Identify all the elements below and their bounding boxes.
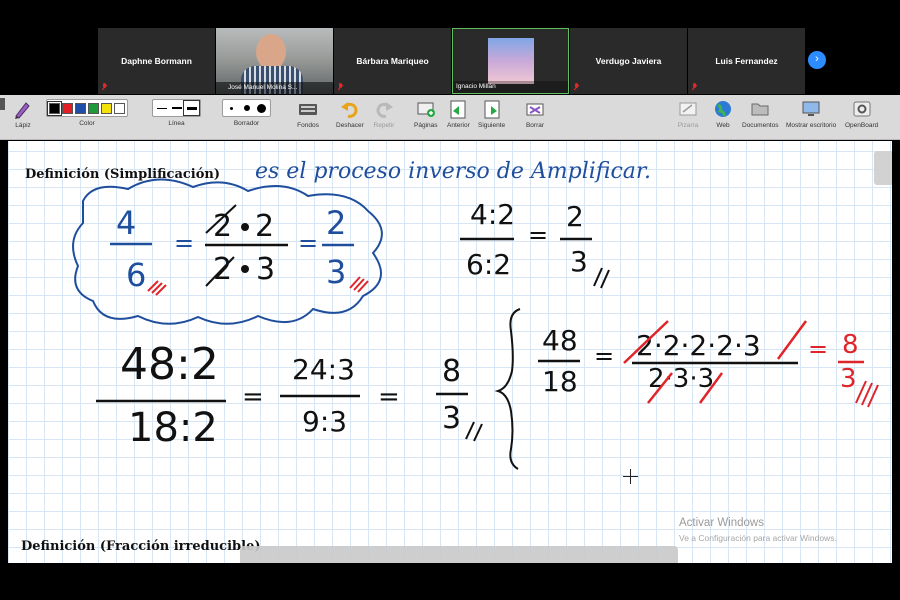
pen-tool[interactable]: Lápiz — [12, 99, 34, 129]
eraser-medium[interactable] — [240, 105, 253, 111]
participant-name: Ignacio Millán — [453, 81, 568, 93]
handwriting-layer: es el proceso inverso de Amplificar. 4 6… — [72, 159, 879, 470]
muted-mic-icon — [573, 83, 580, 91]
participant-tile-active[interactable]: Ignacio Millán — [452, 28, 569, 94]
participant-name: Luis Fernandez — [715, 56, 778, 66]
participant-video-tile[interactable]: José Manuel Molina S... — [216, 28, 333, 94]
line-medium[interactable] — [170, 102, 183, 114]
previous-page-button[interactable]: Anterior — [447, 99, 470, 129]
ink-expression: 9:3 — [302, 405, 347, 438]
web-mode-button[interactable]: Web — [712, 99, 734, 129]
ink-expression: 48:2 — [120, 339, 219, 390]
next-participants-button[interactable]: › — [808, 51, 826, 69]
color-swatch[interactable] — [114, 102, 125, 114]
participant-name: José Manuel Molina S... — [216, 82, 333, 94]
pen-icon — [15, 102, 30, 119]
ink-numeral: 2 — [255, 209, 274, 244]
participant-tile[interactable]: Luis Fernandez — [688, 28, 805, 94]
openboard-toolbar: Lápiz Color Línea Borrador Fondos Deshac… — [0, 95, 900, 140]
line-thick[interactable] — [183, 100, 200, 116]
line-width-picker[interactable]: Línea — [152, 99, 201, 127]
monitor-icon — [802, 101, 820, 116]
undo-button[interactable]: Deshacer — [336, 99, 364, 129]
floating-tool-palette[interactable] — [240, 546, 678, 563]
eraser-small[interactable] — [225, 106, 238, 110]
clear-page-button[interactable]: Borrar — [524, 99, 546, 129]
ink-expression: 18:2 — [128, 405, 218, 451]
chevron-right-icon: › — [815, 53, 819, 65]
svg-text:=: = — [242, 382, 264, 412]
participant-face — [256, 34, 286, 70]
next-page-icon — [484, 100, 500, 119]
participant-tile[interactable]: Bárbara Mariqueo — [334, 28, 451, 94]
redo-icon — [376, 102, 393, 118]
line-thin[interactable] — [155, 102, 168, 114]
participant-name: Verdugo Javiera — [595, 56, 662, 66]
muted-mic-icon — [101, 83, 108, 91]
participant-name: Daphne Bormann — [121, 56, 192, 66]
muted-mic-icon — [337, 83, 344, 91]
backgrounds-button[interactable]: Fondos — [297, 99, 319, 129]
ink-result-denominator: 3 — [840, 364, 857, 394]
color-swatch[interactable] — [101, 102, 112, 114]
handwritten-definition: es el proceso inverso de Amplificar. — [255, 159, 651, 184]
next-page-button[interactable]: Siguiente — [478, 99, 505, 129]
eraser-large[interactable] — [255, 103, 268, 113]
participant-name: Bárbara Mariqueo — [356, 56, 429, 66]
participant-strip: Daphne Bormann José Manuel Molina S... B… — [98, 28, 834, 94]
documents-mode-button[interactable]: Documentos — [742, 99, 779, 129]
activation-watermark: Activar Windows — [679, 517, 764, 529]
ink-numeral: 2 — [326, 204, 346, 242]
ink-numeral: 3 — [570, 245, 588, 278]
ink-numeral: 6 — [126, 256, 146, 294]
ink-numeral: 8 — [442, 354, 461, 389]
board-mode-button[interactable]: Pizarra — [677, 99, 699, 129]
ink-numeral: 48 — [542, 324, 578, 357]
profile-picture — [488, 38, 534, 84]
globe-icon — [715, 101, 731, 117]
svg-text:=: = — [378, 382, 400, 412]
show-desktop-button[interactable]: Mostrar escritorio — [786, 99, 836, 129]
svg-text:=: = — [298, 229, 318, 257]
ink-numeral: 3 — [442, 401, 461, 436]
svg-text:=: = — [594, 342, 614, 370]
color-swatch[interactable] — [47, 100, 62, 116]
keyboard-icon — [299, 104, 317, 115]
gear-icon — [853, 101, 871, 117]
ink-numeral: 2 — [566, 200, 584, 233]
ink-numeral: 3 — [326, 253, 346, 291]
ink-expression: 4:2 — [470, 198, 515, 231]
cursor-crosshair-icon — [623, 469, 638, 484]
participant-tile[interactable]: Verdugo Javiera — [570, 28, 687, 94]
pages-button[interactable]: Páginas — [414, 99, 438, 129]
whiteboard-canvas[interactable]: Definición (Simplificación) Definición (… — [8, 141, 892, 563]
color-swatch[interactable] — [88, 102, 99, 114]
svg-text:=: = — [528, 221, 548, 249]
ink-expression: 24:3 — [292, 353, 355, 386]
eraser-size-picker[interactable]: Borrador — [222, 99, 271, 127]
svg-text:=: = — [808, 335, 828, 363]
activation-watermark-hint: Ve a Configuración para activar Windows. — [679, 533, 837, 543]
redo-button[interactable]: Repetir — [373, 99, 395, 129]
ink-result-numerator: 8 — [842, 330, 859, 360]
ink-numeral: 2 — [213, 209, 232, 244]
left-edge-handle[interactable] — [0, 98, 5, 110]
muted-mic-icon — [691, 83, 698, 91]
color-picker[interactable]: Color — [46, 99, 128, 127]
ink-symbol: = — [174, 229, 194, 257]
clear-page-icon — [526, 103, 544, 116]
ink-numeral: 18 — [542, 365, 578, 398]
openboard-menu-button[interactable]: OpenBoard — [845, 99, 878, 129]
ink-expression: 6:2 — [466, 248, 511, 281]
color-swatch[interactable] — [75, 102, 86, 114]
undo-icon — [340, 102, 358, 118]
ink-numeral: 3 — [256, 252, 275, 287]
color-swatch[interactable] — [62, 102, 73, 114]
previous-page-icon — [450, 100, 466, 119]
folder-icon — [751, 103, 769, 116]
board-icon — [679, 102, 697, 116]
ink-numeral: 4 — [116, 204, 136, 242]
participant-tile[interactable]: Daphne Bormann — [98, 28, 215, 94]
add-page-icon — [417, 102, 435, 117]
